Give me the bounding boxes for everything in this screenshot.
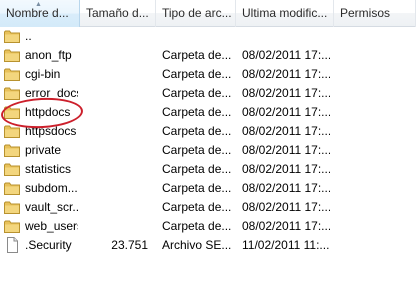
type-cell: Carpeta de...: [162, 86, 232, 100]
column-header-modified[interactable]: Ultima modific...: [236, 0, 334, 27]
size-cell: [80, 103, 148, 122]
folder-icon: [4, 125, 20, 138]
name-cell: .Security: [4, 236, 78, 255]
file-row[interactable]: ..: [0, 27, 416, 46]
folder-icon: [4, 68, 20, 81]
column-header-type[interactable]: Tipo de arc...: [156, 0, 236, 27]
name-cell: vault_scr...: [4, 198, 78, 217]
modified-cell: 08/02/2011 17:...: [242, 48, 330, 62]
name-cell: statistics: [4, 160, 78, 179]
folder-icon: [4, 144, 20, 157]
size-cell: [80, 141, 148, 160]
name-cell: anon_ftp: [4, 46, 78, 65]
type-cell: Archivo SE...: [162, 238, 232, 252]
size-cell: [80, 179, 148, 198]
size-cell: [80, 27, 148, 46]
size-cell: [80, 160, 148, 179]
column-header-permissions[interactable]: Permisos: [334, 0, 416, 27]
type-cell: Carpeta de...: [162, 105, 232, 119]
column-header-bar: ▲ Nombre d... Tamaño d... Tipo de arc...…: [0, 0, 416, 27]
name-cell: private: [4, 141, 78, 160]
type-cell: Carpeta de...: [162, 48, 232, 62]
file-row[interactable]: vault_scr... Carpeta de... 08/02/2011 17:.…: [0, 198, 416, 217]
size-cell: [80, 65, 148, 84]
modified-cell: 08/02/2011 17:...: [242, 162, 330, 176]
file-name: web_users: [25, 219, 78, 233]
column-header-name-label: Nombre d...: [6, 6, 69, 20]
size-cell: 23.751: [111, 238, 148, 252]
modified-cell: 08/02/2011 17:...: [242, 200, 330, 214]
file-name: statistics: [25, 162, 72, 176]
size-cell: [80, 122, 148, 141]
file-row[interactable]: web_users Carpeta de... 08/02/2011 17:...: [0, 217, 416, 236]
name-cell: ..: [4, 27, 78, 46]
modified-cell: 08/02/2011 17:...: [242, 86, 330, 100]
size-cell: [80, 217, 148, 236]
folder-icon: [4, 220, 20, 233]
size-cell: [80, 84, 148, 103]
folder-icon: [4, 182, 20, 195]
file-name: private: [25, 143, 62, 157]
type-cell: Carpeta de...: [162, 200, 232, 214]
size-cell: [80, 46, 148, 65]
type-cell: Carpeta de...: [162, 219, 232, 233]
file-name: cgi-bin: [25, 67, 61, 81]
folder-icon: [4, 163, 20, 176]
file-name: anon_ftp: [25, 48, 72, 62]
type-cell: Carpeta de...: [162, 67, 232, 81]
modified-cell: 08/02/2011 17:...: [242, 219, 330, 233]
size-cell: [80, 198, 148, 217]
column-header-size-label: Tamaño d...: [86, 6, 149, 20]
file-icon: [4, 237, 20, 253]
file-row[interactable]: cgi-bin Carpeta de... 08/02/2011 17:...: [0, 65, 416, 84]
modified-cell: 08/02/2011 17:...: [242, 67, 330, 81]
folder-icon: [4, 49, 20, 62]
column-header-size[interactable]: Tamaño d...: [80, 0, 156, 27]
type-cell: Carpeta de...: [162, 124, 232, 138]
type-cell: [162, 27, 236, 46]
file-row[interactable]: anon_ftp Carpeta de... 08/02/2011 17:...: [0, 46, 416, 65]
type-cell: Carpeta de...: [162, 181, 232, 195]
type-cell: Carpeta de...: [162, 162, 232, 176]
column-header-permissions-label: Permisos: [340, 6, 391, 20]
modified-cell: 08/02/2011 17:...: [242, 181, 330, 195]
file-row[interactable]: statistics Carpeta de... 08/02/2011 17:...: [0, 160, 416, 179]
name-cell: web_users: [4, 217, 78, 236]
file-name: ..: [25, 29, 32, 43]
column-header-type-label: Tipo de arc...: [162, 6, 232, 20]
modified-cell: 08/02/2011 17:...: [242, 105, 330, 119]
file-row[interactable]: subdom... Carpeta de... 08/02/2011 17:...: [0, 179, 416, 198]
folder-icon: [4, 201, 20, 214]
file-name: subdom...: [25, 181, 78, 195]
modified-cell: [242, 27, 330, 46]
column-header-name[interactable]: ▲ Nombre d...: [0, 0, 80, 27]
type-cell: Carpeta de...: [162, 143, 232, 157]
file-name: vault_scr...: [25, 200, 78, 214]
name-cell: cgi-bin: [4, 65, 78, 84]
name-cell: subdom...: [4, 179, 78, 198]
file-row[interactable]: .Security 23.751 Archivo SE... 11/02/2011 1…: [0, 236, 416, 255]
file-row[interactable]: private Carpeta de... 08/02/2011 17:...: [0, 141, 416, 160]
file-name: .Security: [25, 238, 72, 252]
modified-cell: 11/02/2011 11:...: [242, 238, 330, 252]
modified-cell: 08/02/2011 17:...: [242, 124, 330, 138]
folder-icon: [4, 87, 20, 100]
sort-ascending-icon: ▲: [35, 1, 42, 8]
folder-icon: [4, 30, 20, 43]
modified-cell: 08/02/2011 17:...: [242, 143, 330, 157]
column-header-modified-label: Ultima modific...: [242, 6, 328, 20]
